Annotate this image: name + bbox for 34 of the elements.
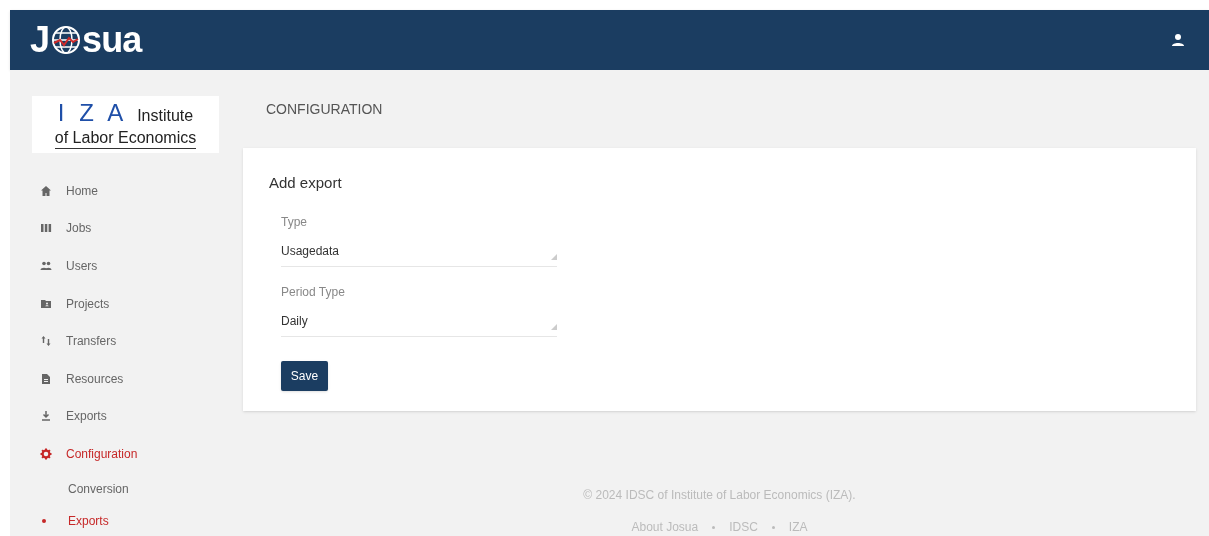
save-button[interactable]: Save — [281, 360, 328, 391]
nav-item[interactable]: Configuration — [32, 435, 243, 473]
nav-item[interactable]: Users — [32, 247, 243, 285]
logo-text: J — [30, 22, 51, 58]
resize-corner-icon — [551, 253, 557, 260]
nav-subitem[interactable]: Conversion — [68, 479, 129, 498]
users-icon — [40, 260, 52, 272]
logo-text: sua — [82, 22, 142, 58]
field-label: Period Type — [281, 283, 346, 301]
user-icon[interactable] — [1171, 33, 1185, 47]
brand-text: Institute — [137, 105, 194, 126]
page-title: CONFIGURATION — [265, 100, 384, 120]
brand-text: of Labor Economics — [54, 127, 197, 149]
select-field[interactable]: Usagedata — [281, 240, 557, 267]
card-title: Add export — [269, 173, 343, 194]
nav-item[interactable]: Projects — [32, 284, 243, 323]
select-field[interactable]: Daily — [281, 310, 557, 337]
field-label: Type — [281, 213, 308, 231]
globe-icon — [51, 25, 82, 55]
columns-icon — [40, 222, 52, 235]
nav-subitem[interactable]: Exports — [68, 511, 109, 530]
nav-item[interactable]: Resources — [32, 359, 243, 398]
folder-icon — [40, 297, 52, 310]
nav-item[interactable]: Transfers — [32, 322, 243, 360]
resize-corner-icon — [551, 323, 557, 330]
nav-item[interactable]: Home — [32, 172, 243, 210]
home-icon — [40, 184, 52, 197]
swap-arrows-icon — [40, 335, 52, 348]
nav-item[interactable]: Exports — [32, 397, 243, 436]
settings-icon — [40, 447, 52, 460]
document-icon — [40, 372, 52, 385]
download-icon — [40, 410, 52, 423]
brand-letters: I Z A — [57, 100, 128, 125]
nav-item[interactable]: Jobs — [32, 209, 243, 248]
